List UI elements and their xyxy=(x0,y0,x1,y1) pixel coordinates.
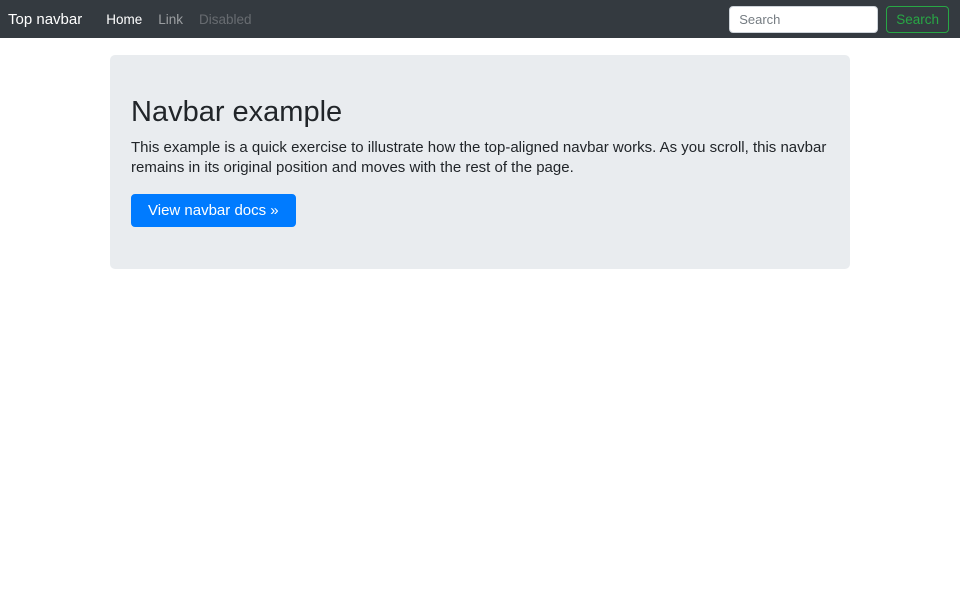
main-content: Navbar example This example is a quick e… xyxy=(0,38,960,269)
search-form: Search xyxy=(729,5,949,33)
nav-item-disabled: Disabled xyxy=(199,11,252,27)
jumbotron-description: This example is a quick exercise to illu… xyxy=(131,138,827,176)
search-button[interactable]: Search xyxy=(886,5,949,33)
navbar-nav: Home Link Disabled xyxy=(98,6,259,33)
nav-item-home[interactable]: Home xyxy=(98,6,150,33)
nav-item-link[interactable]: Link xyxy=(150,6,191,33)
jumbotron: Navbar example This example is a quick e… xyxy=(110,55,850,269)
top-navbar: Top navbar Home Link Disabled Search xyxy=(0,0,960,38)
navbar-brand[interactable]: Top navbar xyxy=(8,11,90,28)
page-title: Navbar example xyxy=(131,96,343,128)
search-input[interactable] xyxy=(729,5,879,33)
view-navbar-docs-button[interactable]: View navbar docs » xyxy=(131,193,296,227)
